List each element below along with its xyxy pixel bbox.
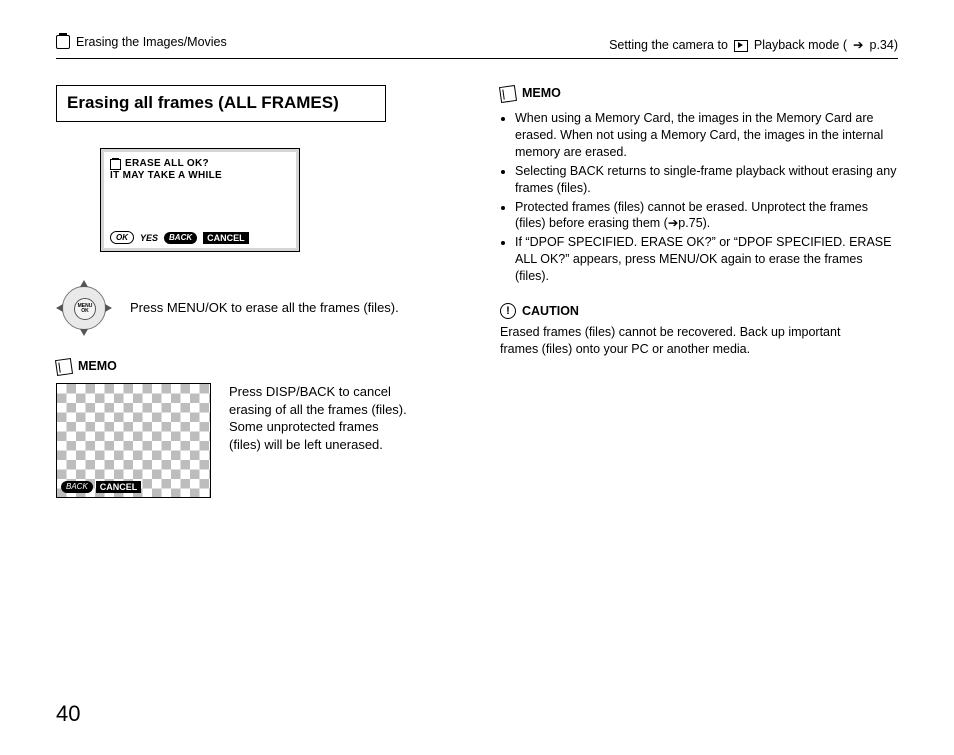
header-bar: Erasing the Images/Movies Setting the ca… bbox=[56, 34, 898, 59]
back-pill: BACK bbox=[164, 232, 197, 244]
instruction-1: Press MENU/OK to erase all the frames (f… bbox=[130, 299, 399, 317]
header-right-page: p.34) bbox=[870, 37, 899, 54]
caution-icon: ! bbox=[500, 303, 516, 319]
header-right-prefix: Setting the camera to bbox=[609, 37, 728, 54]
lcd-screen-checker: BACK CANCEL bbox=[56, 383, 211, 498]
memo-icon bbox=[499, 85, 517, 103]
caution-label-text: CAUTION bbox=[522, 303, 579, 320]
lcd-footer: OK YES BACK CANCEL bbox=[110, 231, 290, 244]
memo-item: If “DPOF SPECIFIED. ERASE OK?” or “DPOF … bbox=[515, 234, 898, 285]
section-title: Erasing all frames (ALL FRAMES) bbox=[56, 85, 386, 122]
lcd-yes: YES bbox=[140, 232, 158, 244]
ok-pill: OK bbox=[110, 231, 134, 244]
memo-list: When using a Memory Card, the images in … bbox=[515, 110, 898, 285]
memo-heading-right: MEMO bbox=[500, 85, 898, 102]
right-column: MEMO When using a Memory Card, the image… bbox=[490, 85, 898, 498]
checker-cancel: CANCEL bbox=[96, 481, 142, 493]
instruction-2: Press DISP/BACK to cancel erasing of all… bbox=[229, 383, 409, 453]
lcd-line1: ERASE ALL OK? bbox=[125, 158, 209, 170]
memo-item: When using a Memory Card, the images in … bbox=[515, 110, 898, 161]
memo-item: Selecting BACK returns to single-frame p… bbox=[515, 163, 898, 197]
arrow-icon: ➔ bbox=[853, 37, 863, 54]
lcd-cancel: CANCEL bbox=[203, 232, 249, 244]
caution-body: Erased frames (files) cannot be recovere… bbox=[500, 324, 870, 358]
header-left: Erasing the Images/Movies bbox=[56, 34, 227, 51]
manual-page: Erasing the Images/Movies Setting the ca… bbox=[0, 0, 954, 755]
dpad-icon: MENU OK bbox=[56, 280, 112, 336]
page-number: 40 bbox=[56, 699, 80, 729]
memo-icon bbox=[55, 358, 73, 376]
memo-label-text-right: MEMO bbox=[522, 85, 561, 102]
memo-item: Protected frames (files) cannot be erase… bbox=[515, 199, 898, 233]
lcd-screen-erase: ERASE ALL OK? IT MAY TAKE A WHILE OK YES… bbox=[100, 148, 300, 252]
header-left-text: Erasing the Images/Movies bbox=[76, 34, 227, 51]
playback-icon bbox=[734, 40, 748, 52]
header-right: Setting the camera to Playback mode ( ➔ … bbox=[609, 37, 898, 54]
trash-icon bbox=[110, 159, 121, 170]
memo-label-text: MEMO bbox=[78, 358, 117, 375]
lcd-line2: IT MAY TAKE A WHILE bbox=[110, 170, 290, 182]
left-column: Erasing all frames (ALL FRAMES) ERASE AL… bbox=[56, 85, 454, 498]
caution-heading: ! CAUTION bbox=[500, 303, 898, 320]
memo-heading-left: MEMO bbox=[56, 358, 454, 375]
header-right-mode: Playback mode ( bbox=[754, 37, 847, 54]
trash-icon bbox=[56, 35, 70, 49]
back-pill: BACK bbox=[61, 481, 93, 493]
